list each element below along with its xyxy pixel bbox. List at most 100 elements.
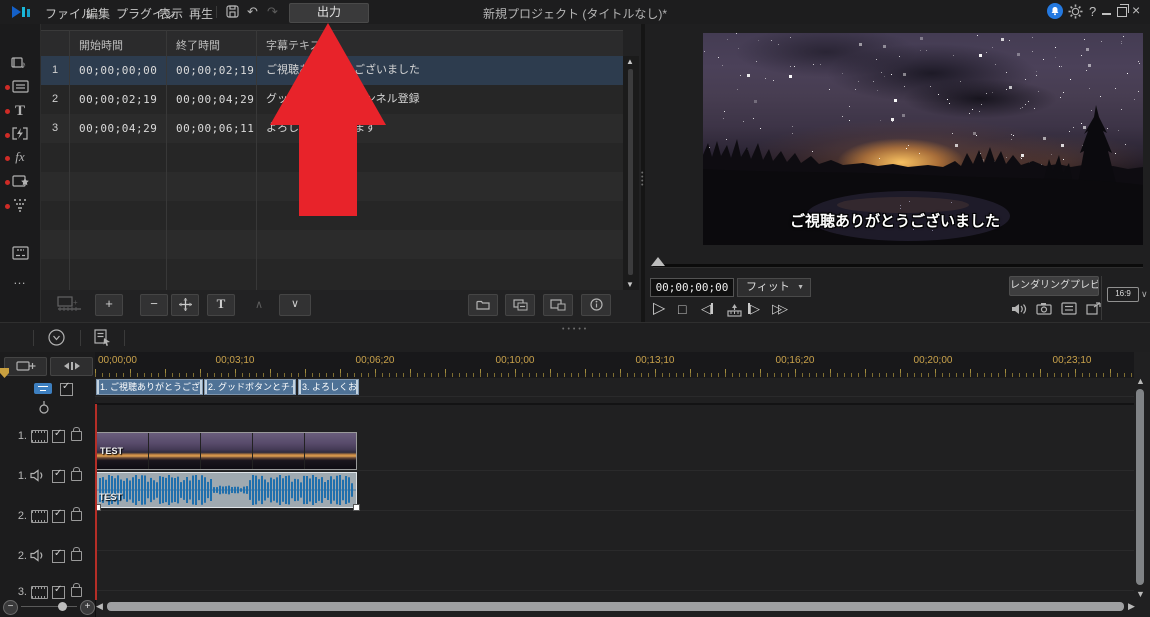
redo-icon[interactable]: ↷ (267, 4, 278, 20)
zoom-slider-track[interactable] (21, 606, 77, 607)
fit-timeline-button[interactable] (50, 357, 93, 376)
subtitle-clip-1[interactable]: 1. ご視聴ありがとうございまし (96, 379, 203, 395)
subtitle-track-enable-checkbox[interactable] (60, 381, 73, 396)
track-lock-icon[interactable] (71, 467, 82, 481)
split-subtitle-button[interactable] (171, 294, 199, 316)
help-icon[interactable]: ? (1089, 4, 1096, 19)
sidebar-item-particle-room[interactable] (0, 198, 40, 220)
next-frame-button[interactable]: ▷ (748, 300, 760, 318)
stop-button[interactable]: □ (678, 300, 686, 318)
track-enable-checkbox[interactable] (52, 428, 65, 443)
info-button[interactable] (581, 294, 611, 316)
track-manager-button[interactable] (4, 357, 47, 376)
track-lock-icon[interactable] (71, 507, 82, 521)
track-enable-checkbox[interactable] (52, 468, 65, 483)
scroll-left-icon[interactable]: ◀ (96, 601, 103, 612)
audio-clip[interactable] (96, 472, 357, 508)
scroll-up-icon[interactable]: ▲ (1136, 376, 1145, 386)
scroll-right-icon[interactable]: ▶ (1128, 601, 1135, 612)
start-time[interactable]: 00;00;02;19 (79, 85, 157, 114)
sidebar-item-transition-room[interactable] (0, 127, 40, 149)
scroll-up-icon[interactable]: ▲ (626, 57, 634, 66)
clip-handle[interactable] (353, 504, 360, 511)
subtitle-table-scrollbar[interactable]: ▲ ▼ (623, 56, 639, 290)
column-header-text[interactable]: 字幕テキスト (266, 37, 332, 53)
preview-quality-icon[interactable] (1061, 302, 1077, 315)
subtitle-clip-2[interactable]: 2. グッドボタンとチャンネル (204, 379, 296, 395)
preview-timecode[interactable]: 00;00;00;00 (650, 278, 734, 297)
column-header-start[interactable]: 開始時間 (79, 37, 123, 53)
save-icon[interactable] (226, 5, 240, 19)
timeline-tracks-area[interactable]: 1. ご視聴ありがとうございまし 2. グッドボタンとチャンネル 3. よろしく… (95, 378, 1134, 600)
sidebar-item-overlay-room[interactable] (0, 174, 40, 196)
scrollbar-thumb[interactable] (1136, 389, 1144, 585)
play-button[interactable]: ▷ (653, 300, 665, 318)
zoom-in-button[interactable]: + (80, 600, 95, 615)
video-clip[interactable] (96, 432, 357, 470)
seekbar-handle[interactable] (651, 257, 665, 266)
settings-gear-icon[interactable] (1068, 4, 1083, 19)
scroll-down-icon[interactable]: ▼ (626, 280, 634, 289)
render-preview-button[interactable]: レンダリングプレビ... (1009, 276, 1099, 296)
video-track-2-header[interactable]: 2. (0, 496, 95, 536)
minimize-icon[interactable] (1102, 13, 1111, 15)
subtitle-text[interactable]: グッドボタンとチャンネル登録 (266, 85, 617, 114)
timeline-horizontal-scrollbar[interactable] (107, 602, 1124, 611)
restore-window-icon[interactable] (1117, 4, 1129, 17)
collapse-panel-icon[interactable] (48, 329, 65, 346)
subtitle-row-3[interactable]: 3 00;00;04;29 00;00;06;11 よろしくお願いします (41, 114, 623, 143)
playhead-line[interactable] (95, 404, 97, 600)
end-time[interactable]: 00;00;04;29 (176, 85, 254, 114)
zoom-slider-handle[interactable] (58, 602, 67, 611)
remove-subtitle-button[interactable]: − (140, 294, 168, 316)
subtitle-row-1[interactable]: 1 00;00;00;00 00;00;02;19 ご視聴ありがとうございました (41, 56, 623, 85)
start-time[interactable]: 00;00;04;29 (79, 114, 157, 143)
menu-view[interactable]: 表示 (159, 5, 183, 22)
marker-pin-icon[interactable] (38, 400, 50, 415)
track-enable-checkbox[interactable] (52, 508, 65, 523)
close-icon[interactable]: × (1132, 2, 1140, 18)
aspect-ratio-badge[interactable]: 16:9 (1107, 287, 1139, 302)
notification-bell-icon[interactable] (1047, 3, 1063, 19)
preview-seekbar[interactable] (653, 264, 1143, 268)
end-time[interactable]: 00;00;02;19 (176, 56, 254, 85)
sidebar-item-media-room[interactable]: ♪ (0, 56, 40, 78)
snapshot-camera-icon[interactable] (1036, 302, 1052, 315)
video-track-1-header[interactable]: 1. (0, 416, 95, 456)
subtitle-track-header[interactable] (0, 380, 95, 398)
scrollbar-thumb[interactable] (628, 69, 633, 275)
merge-down-button[interactable]: ∨ (279, 294, 311, 316)
timeline-vertical-scrollbar[interactable]: ▲ ▼ (1134, 376, 1148, 600)
subtitle-clip-3[interactable]: 3. よろしくお願 (298, 379, 359, 395)
end-time[interactable]: 00;00;06;11 (176, 114, 254, 143)
sidebar-item-template-room[interactable] (0, 80, 40, 102)
track-lock-icon[interactable] (71, 547, 82, 561)
more-rooms-icon[interactable]: … (0, 272, 40, 294)
subtitle-text-format-button[interactable]: T (207, 294, 235, 316)
column-header-end[interactable]: 終了時間 (176, 37, 220, 53)
splitter-grip[interactable]: • • • • (641, 170, 643, 189)
previous-frame-button[interactable]: ◁ (701, 300, 713, 318)
aspect-chevron-icon[interactable]: ∨ (1141, 289, 1148, 300)
audio-track-2-header[interactable]: 2. (0, 536, 95, 576)
menu-play[interactable]: 再生 (189, 5, 213, 22)
video-preview-stage[interactable]: ご視聴ありがとうございました (703, 33, 1143, 245)
track-enable-checkbox[interactable] (52, 548, 65, 563)
add-subtitle-button[interactable]: + (95, 294, 123, 316)
menu-edit[interactable]: 編集 (86, 5, 110, 22)
undock-preview-icon[interactable] (1086, 302, 1101, 315)
next-marker-button[interactable] (727, 304, 742, 317)
start-time[interactable]: 00;00;00;00 (79, 56, 157, 85)
zoom-mode-dropdown[interactable]: フィット ▼ (737, 278, 811, 297)
video-track-3-header[interactable]: 3. (0, 576, 95, 600)
splitter-grip-horizontal[interactable]: ••••• (562, 326, 589, 333)
timeline-ruler[interactable]: 00;00;00 00;03;10 00;06;20 00;10;00 00;1… (95, 352, 1134, 379)
track-lock-icon[interactable] (71, 583, 82, 597)
volume-icon[interactable] (1011, 302, 1028, 316)
sidebar-item-title-room[interactable]: T (0, 103, 40, 125)
import-srt-button[interactable] (505, 294, 535, 316)
audio-track-1-header[interactable]: 1. (0, 456, 95, 496)
script-list-icon[interactable] (94, 329, 111, 346)
sidebar-item-subtitle-room[interactable] (0, 246, 40, 268)
zoom-out-button[interactable]: − (3, 600, 18, 615)
